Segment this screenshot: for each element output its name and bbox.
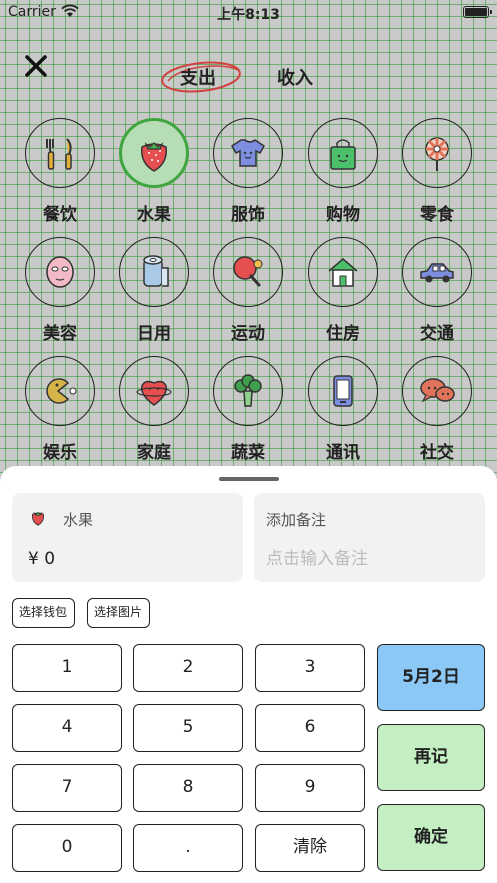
category-transport[interactable]: 交通 <box>390 237 484 347</box>
category-beauty[interactable]: 美容 <box>13 237 107 347</box>
tab-income[interactable]: 收入 <box>277 64 313 90</box>
category-vegetables[interactable]: 蔬菜 <box>201 356 295 466</box>
category-label: 美容 <box>43 324 77 344</box>
category-label: 交通 <box>420 324 454 344</box>
date-button[interactable]: 5月2日 <box>377 644 485 711</box>
note-title: 添加备注 <box>266 511 327 529</box>
record-again-button[interactable]: 再记 <box>377 724 485 791</box>
category-label: 服饰 <box>231 205 265 225</box>
clear-button[interactable]: 清除 <box>255 824 365 872</box>
category-label: 家庭 <box>137 443 171 463</box>
category-family[interactable]: 家庭 <box>107 356 201 466</box>
selected-category-name: 水果 <box>63 511 94 529</box>
category-label: 娱乐 <box>43 443 77 463</box>
confirm-button[interactable]: 确定 <box>377 804 485 871</box>
close-icon[interactable] <box>22 52 50 80</box>
category-label: 水果 <box>137 205 171 225</box>
choose-wallet-button[interactable]: 选择钱包 <box>12 598 75 628</box>
category-label: 蔬菜 <box>231 443 265 463</box>
key-4[interactable]: 4 <box>12 704 122 752</box>
category-label: 零食 <box>420 205 454 225</box>
status-bar: Carrier 上午8:13 <box>0 0 497 26</box>
key-2[interactable]: 2 <box>133 644 243 692</box>
key-6[interactable]: 6 <box>255 704 365 752</box>
chat-bubbles-icon <box>420 378 455 403</box>
clock: 上午8:13 <box>217 7 280 23</box>
lollipop-icon <box>425 137 449 171</box>
category-daily[interactable]: 日用 <box>107 237 201 347</box>
category-label: 通讯 <box>326 443 360 463</box>
category-entertainment[interactable]: 娱乐 <box>13 356 107 466</box>
category-label: 运动 <box>231 324 265 344</box>
amount-card: 水果 ¥ 0 <box>12 493 243 582</box>
tshirt-icon <box>231 139 265 167</box>
category-social[interactable]: 社交 <box>390 356 484 466</box>
strawberry-icon <box>141 142 167 172</box>
entry-sheet: 水果 ¥ 0 添加备注 选择钱包 选择图片 1 2 3 4 5 6 7 8 9 … <box>0 466 497 883</box>
category-communication[interactable]: 通讯 <box>296 356 390 466</box>
category-housing[interactable]: 住房 <box>296 237 390 347</box>
choose-image-button[interactable]: 选择图片 <box>87 598 150 628</box>
category-fruit[interactable]: 水果 <box>107 118 201 228</box>
sheet-grabber[interactable] <box>219 477 279 481</box>
category-snacks[interactable]: 零食 <box>390 118 484 228</box>
pacman-icon <box>46 378 77 404</box>
battery-icon <box>463 6 492 18</box>
tab-expense[interactable]: 支出 <box>180 64 216 90</box>
category-dining[interactable]: 餐饮 <box>13 118 107 228</box>
category-label: 社交 <box>420 443 454 463</box>
category-clothing[interactable]: 服饰 <box>201 118 295 228</box>
category-label: 日用 <box>137 324 171 344</box>
key-1[interactable]: 1 <box>12 644 122 692</box>
key-3[interactable]: 3 <box>255 644 365 692</box>
phone-icon <box>333 375 353 407</box>
toilet-paper-icon <box>143 255 169 287</box>
house-icon <box>328 258 358 287</box>
key-8[interactable]: 8 <box>133 764 243 812</box>
ping-pong-icon <box>233 256 263 287</box>
note-input[interactable] <box>266 549 471 569</box>
category-shopping[interactable]: 购物 <box>296 118 390 228</box>
shopping-bag-icon <box>330 139 356 170</box>
category-label: 餐饮 <box>43 205 77 225</box>
amount-display: ¥ 0 <box>28 549 56 569</box>
heart-planet-icon <box>136 380 172 406</box>
key-0[interactable]: 0 <box>12 824 122 872</box>
car-icon <box>420 263 454 283</box>
face-mask-icon <box>46 256 74 288</box>
utensils-icon <box>46 138 72 170</box>
key-5[interactable]: 5 <box>133 704 243 752</box>
key-9[interactable]: 9 <box>255 764 365 812</box>
note-card[interactable]: 添加备注 <box>254 493 485 582</box>
category-sports[interactable]: 运动 <box>201 237 295 347</box>
strawberry-icon <box>31 511 45 526</box>
broccoli-icon <box>234 374 262 407</box>
category-label: 住房 <box>326 324 360 344</box>
category-label: 购物 <box>326 205 360 225</box>
key-decimal[interactable]: . <box>133 824 243 872</box>
key-7[interactable]: 7 <box>12 764 122 812</box>
